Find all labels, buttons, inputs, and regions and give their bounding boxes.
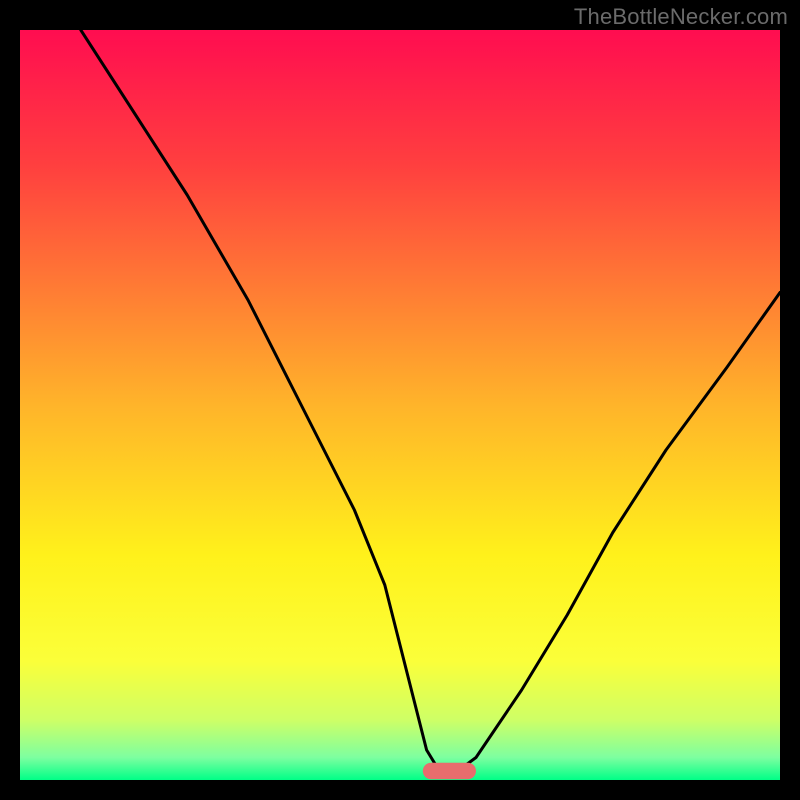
- watermark-text: TheBottleNecker.com: [574, 4, 788, 30]
- gradient-background: [20, 30, 780, 780]
- bottleneck-plot: [20, 30, 780, 780]
- chart-svg: [20, 30, 780, 780]
- optimal-marker: [423, 763, 476, 780]
- chart-container: TheBottleNecker.com: [0, 0, 800, 800]
